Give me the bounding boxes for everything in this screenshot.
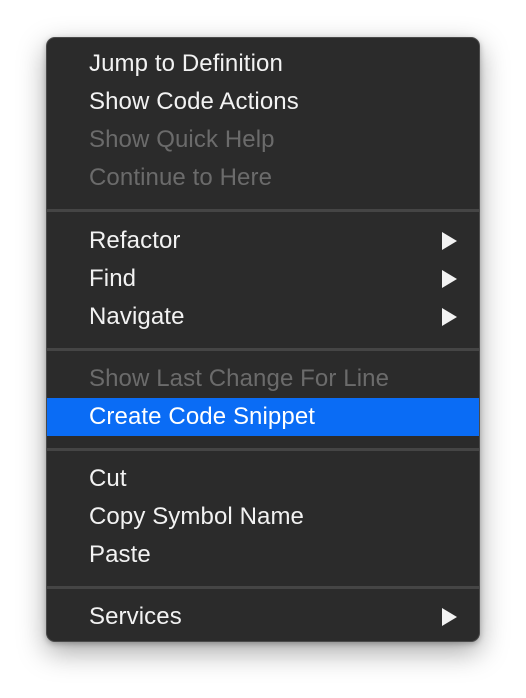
context-menu: Jump to Definition Show Code Actions Sho… [46, 37, 480, 642]
submenu-arrow-icon [442, 608, 457, 626]
menu-item-create-code-snippet[interactable]: Create Code Snippet [47, 398, 479, 436]
menu-item-label: Continue to Here [89, 164, 273, 191]
menu-item-services[interactable]: Services [47, 598, 479, 636]
menu-item-jump-to-definition[interactable]: Jump to Definition [47, 45, 479, 83]
submenu-arrow-icon [442, 308, 457, 326]
menu-item-show-last-change-for-line: Show Last Change For Line [47, 360, 479, 398]
menu-item-label: Show Code Actions [89, 88, 299, 115]
menu-item-label: Cut [89, 465, 127, 492]
menu-item-find[interactable]: Find [47, 260, 479, 298]
menu-item-show-code-actions[interactable]: Show Code Actions [47, 83, 479, 121]
menu-item-copy-symbol-name[interactable]: Copy Symbol Name [47, 498, 479, 536]
menu-item-label: Show Quick Help [89, 126, 275, 153]
menu-item-continue-to-here: Continue to Here [47, 159, 479, 197]
menu-item-refactor[interactable]: Refactor [47, 222, 479, 260]
menu-separator [47, 348, 479, 351]
menu-item-label: Jump to Definition [89, 50, 283, 77]
menu-item-cut[interactable]: Cut [47, 460, 479, 498]
menu-item-label: Show Last Change For Line [89, 365, 390, 392]
menu-item-label: Create Code Snippet [89, 403, 316, 430]
menu-separator [47, 448, 479, 451]
menu-item-label: Navigate [89, 303, 185, 330]
menu-item-label: Find [89, 265, 137, 292]
menu-item-show-quick-help: Show Quick Help [47, 121, 479, 159]
submenu-arrow-icon [442, 270, 457, 288]
menu-separator [47, 586, 479, 589]
menu-item-navigate[interactable]: Navigate [47, 298, 479, 336]
submenu-arrow-icon [442, 232, 457, 250]
menu-item-label: Paste [89, 541, 151, 568]
menu-item-label: Refactor [89, 227, 181, 254]
menu-item-label: Services [89, 603, 182, 630]
menu-separator [47, 209, 479, 212]
menu-item-paste[interactable]: Paste [47, 536, 479, 574]
menu-item-label: Copy Symbol Name [89, 503, 305, 530]
